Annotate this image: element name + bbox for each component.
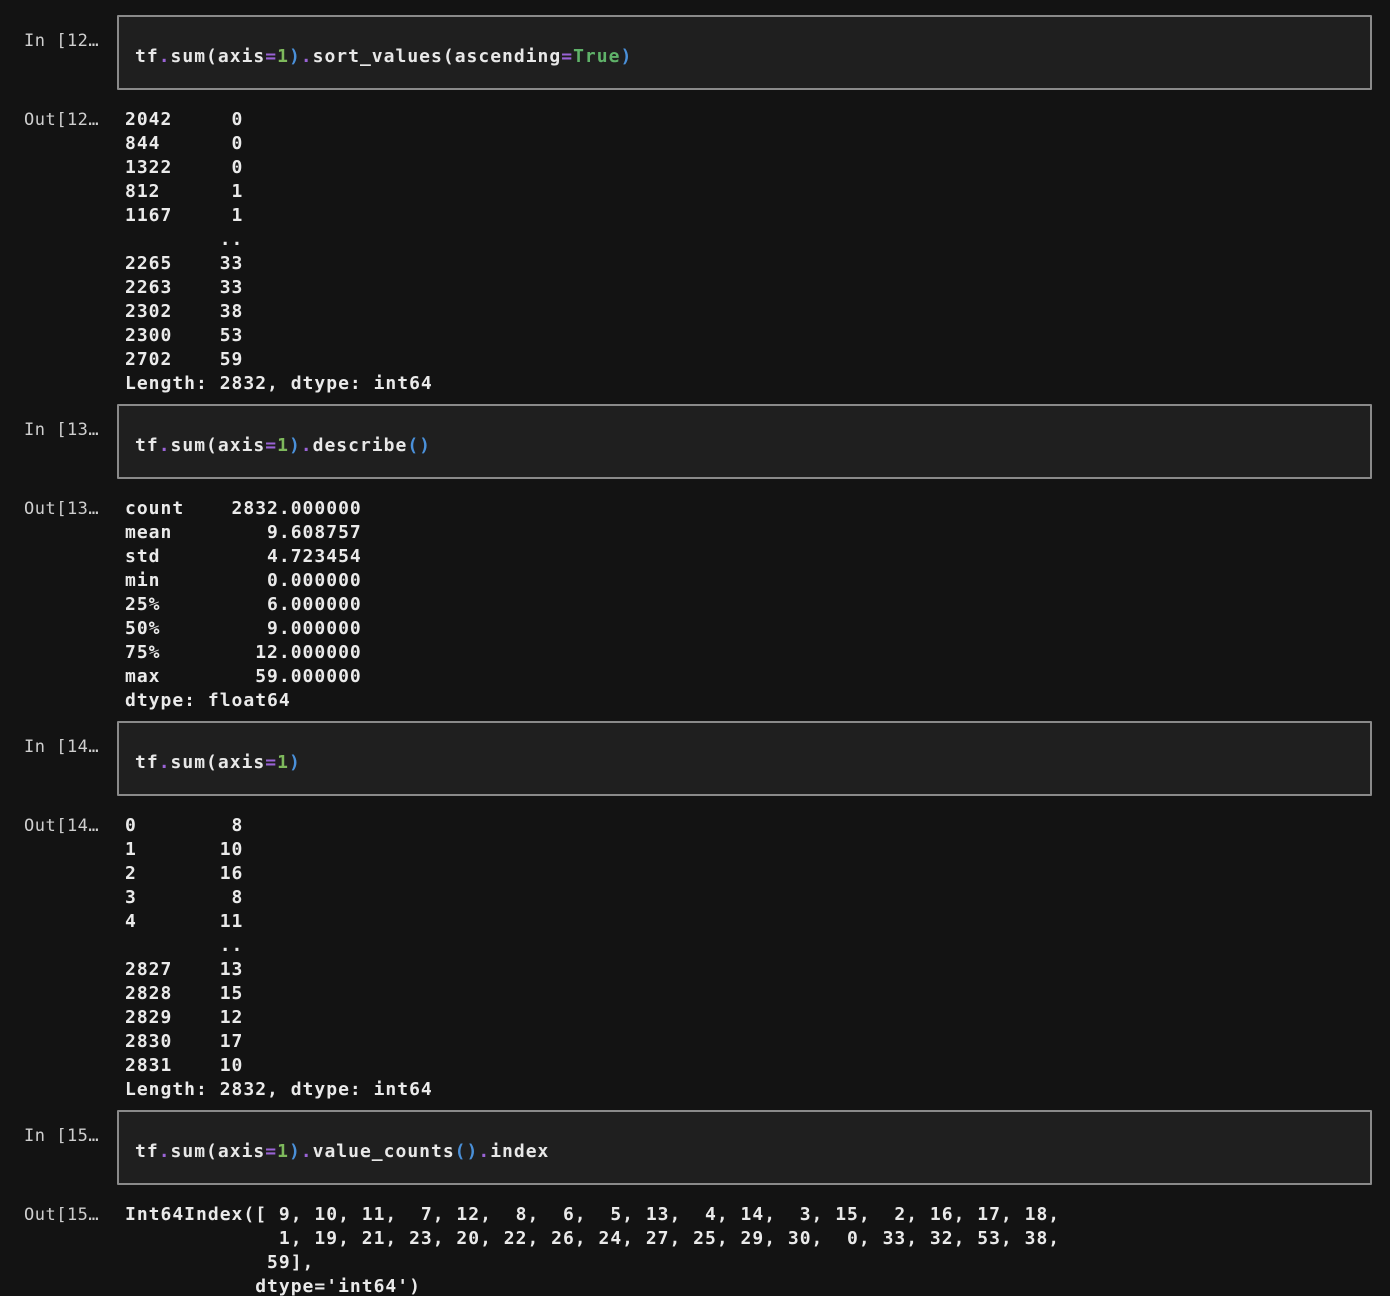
code-token: ) [288, 46, 301, 67]
code-line-15: tf.sum(axis=1).value_counts().index [135, 1141, 1354, 1163]
code-token: . [158, 435, 171, 456]
code-token: ) [288, 752, 301, 773]
code-cell-13: In [13… tf.sum(axis=1).describe() [0, 404, 1372, 479]
code-editor-13[interactable]: tf.sum(axis=1).describe() [117, 404, 1372, 479]
code-line-12: tf.sum(axis=1).sort_values(ascending=Tru… [135, 46, 1354, 68]
code-token: = [265, 752, 278, 773]
code-token: sum [170, 752, 207, 773]
output-text-12: 2042 0 844 0 1322 0 812 1 1167 1 .. 2265… [125, 109, 433, 394]
code-token: index [490, 1141, 550, 1162]
output-cell-13: Out[13… count 2832.000000 mean 9.608757 … [0, 497, 1372, 713]
code-token: = [265, 1141, 278, 1162]
output-prompt-14: Out[14… [24, 816, 100, 836]
code-cell-14: In [14… tf.sum(axis=1) [0, 721, 1372, 796]
output-prompt-12: Out[12… [24, 110, 100, 130]
code-token: 1 [277, 435, 289, 456]
code-token: ( [206, 435, 218, 456]
code-token: () [454, 1141, 479, 1162]
output-cell-12: Out[12… 2042 0 844 0 1322 0 812 1 1167 1… [0, 108, 1372, 396]
notebook: In [12… tf.sum(axis=1).sort_values(ascen… [0, 0, 1390, 1296]
code-token: axis [217, 435, 266, 456]
code-editor-14[interactable]: tf.sum(axis=1) [117, 721, 1372, 796]
code-token: sum [170, 435, 207, 456]
input-prompt-14: In [14… [24, 737, 100, 757]
code-token: = [265, 435, 278, 456]
code-token: . [300, 46, 313, 67]
code-token: . [300, 1141, 313, 1162]
input-prompt-13: In [13… [24, 420, 100, 440]
output-text-15: Int64Index([ 9, 10, 11, 7, 12, 8, 6, 5, … [125, 1204, 1061, 1296]
code-cell-12: In [12… tf.sum(axis=1).sort_values(ascen… [0, 15, 1372, 90]
code-token: ) [288, 1141, 301, 1162]
output-cell-14: Out[14… 0 8 1 10 2 16 3 8 4 11 .. 2827 1… [0, 814, 1372, 1102]
code-token: 1 [277, 46, 289, 67]
code-token: describe [312, 435, 408, 456]
code-line-14: tf.sum(axis=1) [135, 752, 1354, 774]
code-token: ) [288, 435, 301, 456]
code-token: tf [135, 752, 159, 773]
output-cell-15: Out[15… Int64Index([ 9, 10, 11, 7, 12, 8… [0, 1203, 1372, 1296]
code-token: ) [620, 46, 633, 67]
input-prompt-15: In [15… [24, 1126, 100, 1146]
code-cell-15: In [15… tf.sum(axis=1).value_counts().in… [0, 1110, 1372, 1185]
code-token: sort_values [312, 46, 443, 67]
code-token: . [478, 1141, 491, 1162]
code-token: sum [170, 46, 207, 67]
code-token: . [158, 1141, 171, 1162]
code-token: () [407, 435, 432, 456]
code-token: 1 [277, 752, 289, 773]
output-text-13: count 2832.000000 mean 9.608757 std 4.72… [125, 498, 362, 711]
output-prompt-15: Out[15… [24, 1205, 100, 1225]
code-token: axis [217, 46, 266, 67]
code-editor-12[interactable]: tf.sum(axis=1).sort_values(ascending=Tru… [117, 15, 1372, 90]
code-token: . [158, 46, 171, 67]
code-token: tf [135, 46, 159, 67]
code-editor-15[interactable]: tf.sum(axis=1).value_counts().index [117, 1110, 1372, 1185]
input-prompt-12: In [12… [24, 31, 100, 51]
code-token: ( [206, 46, 218, 67]
output-prompt-13: Out[13… [24, 499, 100, 519]
output-text-14: 0 8 1 10 2 16 3 8 4 11 .. 2827 13 2828 1… [125, 815, 433, 1100]
code-token: ( [442, 46, 455, 67]
code-token: True [573, 46, 621, 67]
code-token: . [158, 752, 171, 773]
code-token: tf [135, 1141, 159, 1162]
code-token: value_counts [312, 1141, 455, 1162]
code-token: axis [217, 752, 266, 773]
code-token: axis [217, 1141, 266, 1162]
code-token: = [265, 46, 278, 67]
code-token: sum [170, 1141, 207, 1162]
code-token: ( [206, 1141, 218, 1162]
code-token: 1 [277, 1141, 289, 1162]
code-token: . [300, 435, 313, 456]
code-token: tf [135, 435, 159, 456]
code-line-13: tf.sum(axis=1).describe() [135, 435, 1354, 457]
code-token: = [561, 46, 574, 67]
code-token: ( [206, 752, 218, 773]
code-token: ascending [454, 46, 562, 67]
